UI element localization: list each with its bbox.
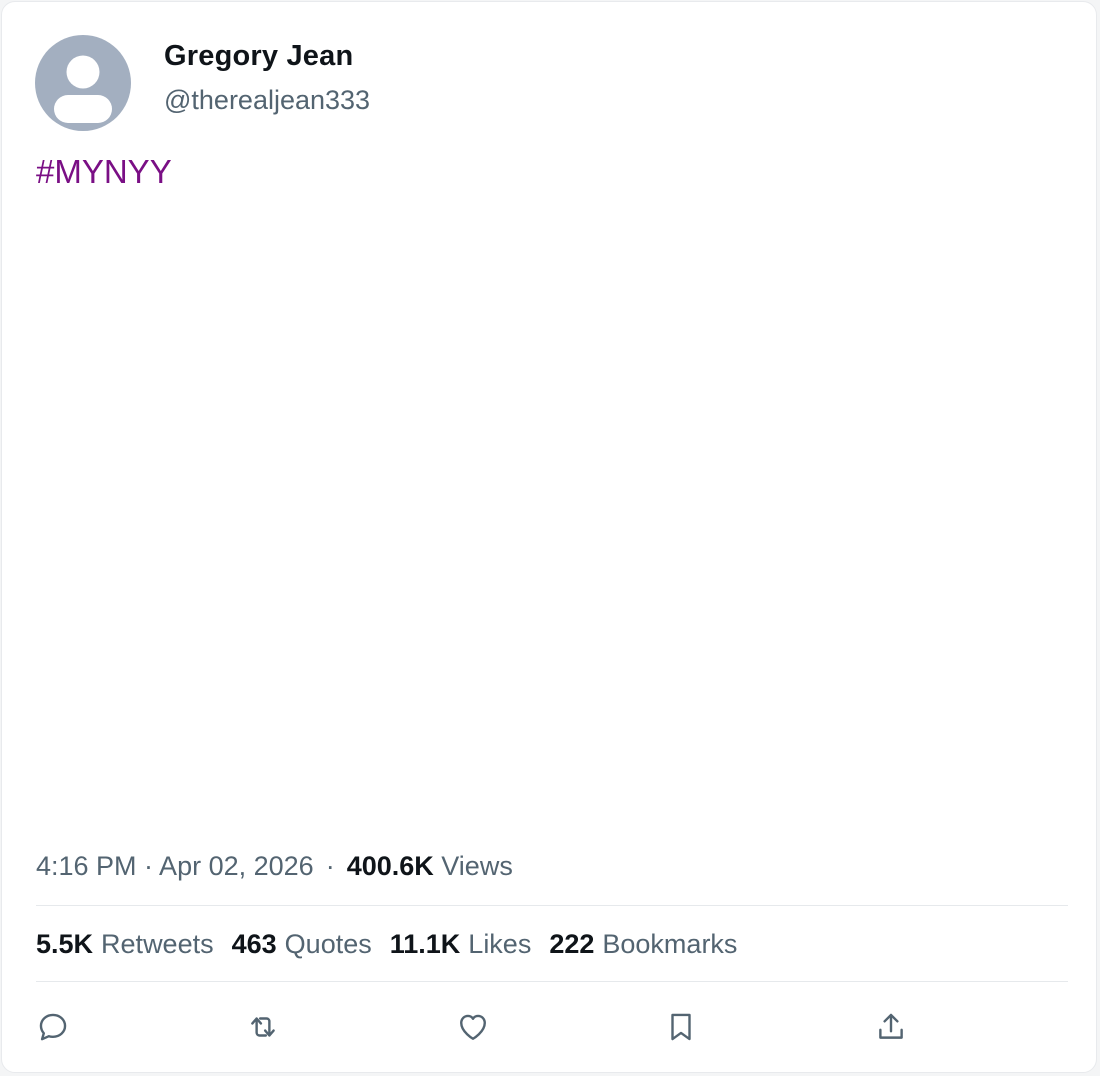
stat-quotes[interactable]: 463 Quotes [232, 927, 372, 961]
stat-label: Likes [468, 929, 532, 959]
like-button[interactable] [453, 1007, 493, 1047]
stat-count: 11.1K [389, 929, 461, 959]
bookmark-button[interactable] [661, 1007, 701, 1047]
divider [36, 981, 1068, 982]
divider [36, 905, 1068, 906]
views-label: Views [441, 851, 513, 881]
avatar[interactable] [35, 35, 131, 131]
tweet-meta: 4:16 PM · Apr 02, 2026 · 400.6K Views [36, 849, 513, 883]
stat-count: 463 [231, 929, 277, 959]
meta-separator: · [325, 851, 335, 881]
stat-label: Quotes [284, 929, 372, 959]
bookmark-icon [671, 1013, 691, 1041]
reply-button[interactable] [33, 1007, 73, 1047]
heart-icon [460, 1014, 486, 1040]
stat-bookmarks[interactable]: 222 Bookmarks [549, 927, 737, 961]
stat-count: 222 [549, 929, 595, 959]
stat-likes[interactable]: 11.1K Likes [390, 927, 532, 961]
stat-label: Bookmarks [602, 929, 738, 959]
retweet-icon [251, 1017, 275, 1037]
default-avatar-icon [35, 35, 131, 131]
share-icon [879, 1013, 903, 1039]
author-handle[interactable]: @therealjean333 [164, 85, 370, 116]
engagement-stats: 5.5K Retweets 463 Quotes 11.1K Likes 222 Bookma… [36, 927, 755, 961]
reply-icon [39, 1013, 67, 1041]
retweet-button[interactable] [243, 1007, 283, 1047]
author-name[interactable]: Gregory Jean [164, 40, 353, 73]
stat-label: Retweets [101, 929, 214, 959]
stat-count: 5.5K [36, 929, 94, 959]
views-count: 400.6K [346, 851, 434, 881]
share-button[interactable] [871, 1007, 911, 1047]
stat-retweets[interactable]: 5.5K Retweets [36, 927, 214, 961]
tweet-card: Gregory Jean @therealjean333 #MYNYY 4:16… [1, 1, 1097, 1073]
tweet-hashtag[interactable]: #MYNYY [36, 153, 172, 191]
tweet-timestamp[interactable]: 4:16 PM · Apr 02, 2026 [36, 851, 314, 881]
